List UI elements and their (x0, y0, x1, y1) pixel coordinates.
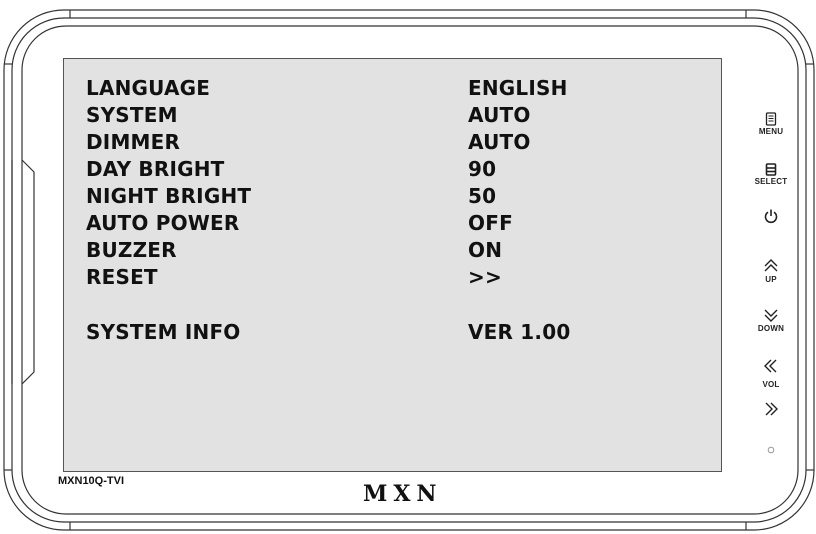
menu-label: DAY BRIGHT (86, 157, 225, 181)
select-button[interactable]: SELECT (746, 163, 796, 186)
status-led (746, 446, 796, 454)
up-button-label: UP (765, 275, 777, 284)
power-icon (764, 209, 778, 224)
menu-label: SYSTEM (86, 103, 178, 127)
model-name: MXN10Q-TVI (58, 475, 125, 487)
display-screen: LANGUAGE ENGLISH SYSTEM AUTO DIMMER AUTO… (63, 58, 722, 472)
menu-value: VER 1.00 (468, 320, 571, 344)
menu-row-system-info[interactable]: SYSTEM INFO VER 1.00 (86, 320, 721, 348)
menu-value: ON (468, 238, 503, 262)
menu-value: 90 (468, 157, 497, 181)
vol-label: VOL (762, 380, 780, 389)
select-icon (765, 163, 777, 176)
menu-row-reset[interactable]: RESET >> (86, 265, 721, 293)
menu-label: BUZZER (86, 238, 177, 262)
menu-value: AUTO (468, 103, 531, 127)
chevron-down-icon (764, 309, 778, 322)
chevron-left-icon (764, 359, 777, 373)
volume-up-button[interactable] (746, 401, 796, 417)
menu-value: OFF (468, 211, 513, 235)
menu-icon (765, 112, 777, 126)
menu-label: SYSTEM INFO (86, 320, 241, 344)
led-indicator-icon (767, 446, 775, 454)
menu-row-day-bright[interactable]: DAY BRIGHT 90 (86, 157, 721, 185)
volume-label-group: VOL (746, 379, 796, 389)
menu-label: LANGUAGE (86, 76, 211, 100)
brand-logo: MXN (363, 481, 443, 507)
menu-row-dimmer[interactable]: DIMMER AUTO (86, 130, 721, 158)
menu-label: RESET (86, 265, 158, 289)
menu-value: ENGLISH (468, 76, 568, 100)
menu-label: AUTO POWER (86, 211, 240, 235)
menu-value: AUTO (468, 130, 531, 154)
menu-button-label: MENU (758, 127, 784, 136)
select-button-label: SELECT (754, 177, 788, 186)
menu-button[interactable]: MENU (746, 112, 796, 136)
menu-row-language[interactable]: LANGUAGE ENGLISH (86, 76, 721, 104)
menu-row-night-bright[interactable]: NIGHT BRIGHT 50 (86, 184, 721, 212)
menu-label: NIGHT BRIGHT (86, 184, 252, 208)
menu-value: >> (468, 265, 502, 289)
menu-row-buzzer[interactable]: BUZZER ON (86, 238, 721, 266)
menu-label: DIMMER (86, 130, 181, 154)
chevron-right-icon (765, 402, 778, 416)
up-button[interactable]: UP (746, 258, 796, 284)
down-button[interactable]: DOWN (746, 307, 796, 333)
volume-down-button[interactable] (746, 358, 796, 374)
power-button[interactable] (746, 208, 796, 224)
menu-row-auto-power[interactable]: AUTO POWER OFF (86, 211, 721, 239)
menu-value: 50 (468, 184, 497, 208)
down-button-label: DOWN (757, 324, 785, 333)
menu-row-system[interactable]: SYSTEM AUTO (86, 103, 721, 131)
chevron-up-icon (764, 259, 778, 272)
